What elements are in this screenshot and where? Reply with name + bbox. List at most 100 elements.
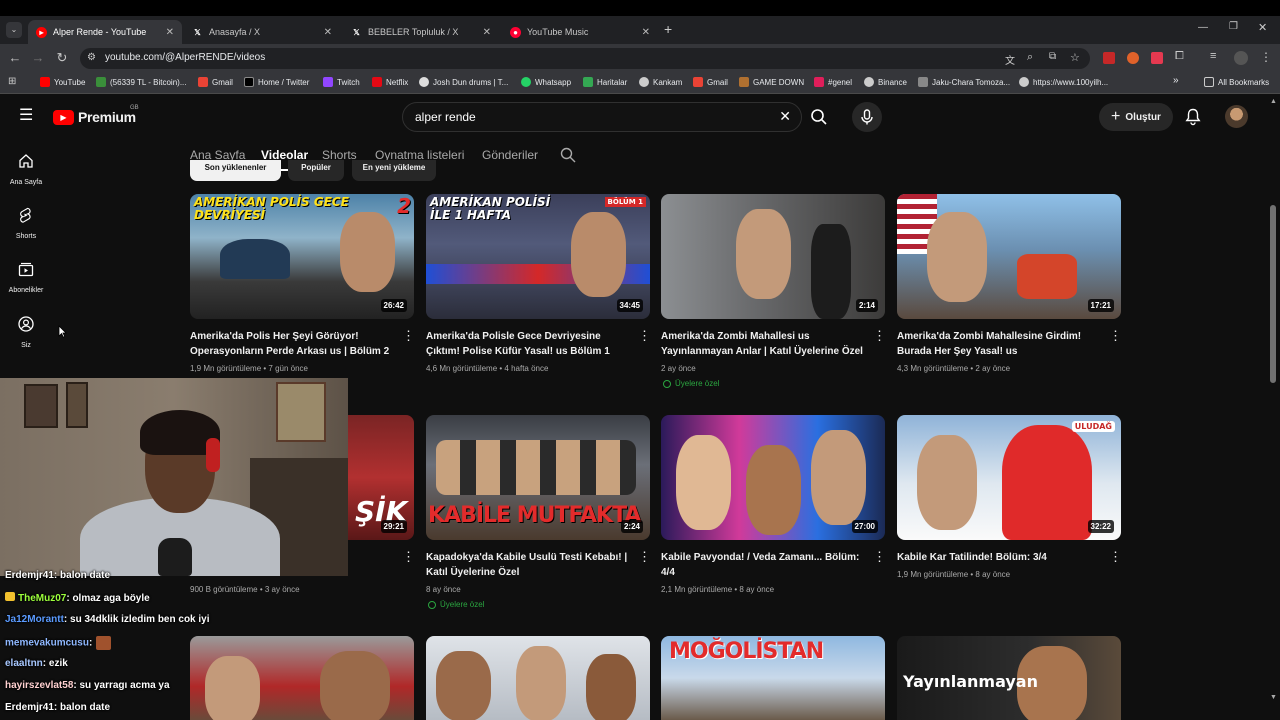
browser-menu-icon[interactable]: ⋮ (1260, 50, 1272, 64)
video-title[interactable]: Amerika'da Zombi Mahallesine Girdim! Bur… (897, 329, 1099, 359)
chip-popular[interactable]: Popüler (288, 160, 344, 181)
video-thumbnail[interactable]: ULUDAĞ 32:22 (897, 415, 1121, 540)
more-actions-icon[interactable]: ⋮ (1109, 550, 1122, 563)
bookmark-twitter[interactable]: Home / Twitter (244, 77, 309, 87)
video-title[interactable]: Amerika'da Polisle Gece Devriyesine Çıkt… (426, 329, 628, 359)
browser-tab-youtube[interactable]: ▸ Alper Rende - YouTube ✕ (28, 20, 182, 44)
video-thumbnail[interactable]: 27:00 (661, 415, 885, 540)
more-actions-icon[interactable]: ⋮ (638, 550, 651, 563)
new-tab-button[interactable]: + (664, 21, 672, 37)
clear-search-icon[interactable]: ✕ (779, 108, 791, 125)
apps-grid-icon[interactable]: ⊞ (8, 76, 16, 87)
minimize-icon[interactable]: — (1198, 22, 1208, 33)
video-card[interactable] (426, 636, 650, 720)
voice-search-button[interactable] (852, 102, 882, 132)
video-thumbnail[interactable]: AMERİKAN POLİS GECE DEVRİYESİ 2 26:42 (190, 194, 414, 319)
video-card[interactable]: MOĞOLİSTAN (661, 636, 885, 720)
bookmark-binance[interactable]: Binance (864, 77, 907, 87)
sidebar-item-shorts[interactable]: Shorts (0, 207, 52, 240)
create-button[interactable]: + Oluştur (1099, 103, 1173, 131)
zoom-icon[interactable]: ⌕ (1027, 51, 1033, 64)
video-title[interactable]: Kabile Kar Tatilinde! Bölüm: 3/4 (897, 550, 1099, 565)
more-actions-icon[interactable]: ⋮ (873, 329, 886, 342)
video-thumbnail[interactable]: MOĞOLİSTAN (661, 636, 885, 720)
all-bookmarks[interactable]: All Bookmarks (1204, 77, 1269, 87)
more-actions-icon[interactable]: ⋮ (402, 550, 415, 563)
notifications-bell-icon[interactable] (1185, 108, 1201, 131)
bookmark-youtube[interactable]: YouTube (40, 77, 85, 87)
account-avatar[interactable] (1225, 105, 1248, 128)
video-thumbnail[interactable]: AMERİKAN POLİSİ İLE 1 HAFTA BÖLÜM 1 34:4… (426, 194, 650, 319)
bookmark-game-down[interactable]: GAME DOWN (739, 77, 804, 87)
extension-pink-icon[interactable] (1151, 52, 1163, 64)
chip-oldest[interactable]: En yeni yükleme (352, 160, 436, 181)
bookmark-kankam[interactable]: Kankam (639, 77, 682, 87)
page-scrollbar-thumb[interactable] (1270, 205, 1276, 383)
close-tab-icon[interactable]: ✕ (324, 27, 332, 38)
media-control-icon[interactable]: ≡ (1210, 50, 1216, 62)
youtube-logo[interactable]: ▶ Premium GB (53, 105, 139, 125)
bookmark-star-icon[interactable]: ☆ (1070, 51, 1080, 64)
video-thumbnail[interactable]: Yayınlanmayan (897, 636, 1121, 720)
video-thumbnail[interactable]: 2:14 (661, 194, 885, 319)
video-title[interactable]: Kapadokya'da Kabile Usulü Testi Kebabı! … (426, 550, 628, 580)
more-actions-icon[interactable]: ⋮ (402, 329, 415, 342)
chip-latest[interactable]: Son yüklenenler (190, 160, 281, 181)
install-app-icon[interactable]: ⧉ (1049, 51, 1056, 62)
guide-menu-icon[interactable]: ☰ (19, 108, 33, 124)
bookmark-whatsapp[interactable]: Whatsapp (521, 77, 571, 87)
video-title[interactable]: Amerika'da Polis Her Şeyi Görüyor! Opera… (190, 329, 392, 359)
bookmark-gmail-2[interactable]: Gmail (693, 77, 728, 87)
video-thumbnail[interactable]: KABİLE MUTFAKTA 2:24 (426, 415, 650, 540)
scroll-down-arrow-icon[interactable]: ▼ (1270, 694, 1277, 701)
video-card[interactable] (190, 636, 414, 720)
tab-search-button[interactable]: ⌄ (6, 22, 22, 38)
bookmark-twitch[interactable]: Twitch (323, 77, 360, 87)
profile-avatar-icon[interactable] (1234, 51, 1248, 65)
video-card[interactable]: Yayınlanmayan (897, 636, 1121, 720)
bookmark-100yil[interactable]: https://www.100yilh... (1019, 77, 1108, 87)
close-tab-icon[interactable]: ✕ (642, 27, 650, 38)
thumbnail-text: AMERİKAN POLİS GECE DEVRİYESİ (194, 195, 349, 222)
face-shape (736, 209, 791, 299)
bookmark-maps[interactable]: Haritalar (583, 77, 627, 87)
browser-tab-x-community[interactable]: 𝕏 BEBELER Topluluk / X ✕ (343, 20, 499, 44)
video-title[interactable]: Kabile Pavyonda! / Veda Zamanı... Bölüm:… (661, 550, 863, 580)
scroll-up-arrow-icon[interactable]: ▲ (1270, 98, 1277, 105)
sidebar-item-you[interactable]: Siz (0, 316, 52, 349)
video-title[interactable]: Amerika'da Zombi Mahallesi us Yayınlanma… (661, 329, 863, 359)
close-window-icon[interactable]: ✕ (1258, 21, 1267, 34)
video-thumbnail[interactable] (426, 636, 650, 720)
browser-tab-x-home[interactable]: 𝕏 Anasayfa / X ✕ (184, 20, 340, 44)
forward-arrow-icon[interactable]: → (30, 50, 46, 66)
helicopter-shape (220, 239, 290, 279)
bookmark-netflix[interactable]: Netflix (372, 77, 408, 87)
bookmark-slack[interactable]: #genel (814, 77, 852, 87)
bookmark-gmail[interactable]: Gmail (198, 77, 233, 87)
more-actions-icon[interactable]: ⋮ (873, 550, 886, 563)
bookmark-bitcoin[interactable]: (56339 TL - Bitcoin)... (96, 77, 186, 87)
reload-icon[interactable]: ↻ (54, 50, 70, 66)
extensions-puzzle-icon[interactable]: ⧠ (1175, 50, 1184, 63)
close-tab-icon[interactable]: ✕ (166, 27, 174, 38)
back-arrow-icon[interactable]: ← (7, 50, 23, 66)
more-actions-icon[interactable]: ⋮ (638, 329, 651, 342)
extension-orange-icon[interactable] (1127, 52, 1139, 64)
translate-icon[interactable]: 文 (1005, 52, 1015, 67)
search-input[interactable]: alper rende ✕ (402, 102, 802, 132)
bookmark-jaku[interactable]: Jaku-Chara Tomoza... (918, 77, 1010, 87)
more-bookmarks-icon[interactable]: » (1173, 75, 1179, 86)
more-actions-icon[interactable]: ⋮ (1109, 329, 1122, 342)
close-tab-icon[interactable]: ✕ (483, 27, 491, 38)
browser-tab-youtube-music[interactable]: ● YouTube Music ✕ (502, 20, 658, 44)
bookmark-josh-dun[interactable]: Josh Dun drums | T... (419, 77, 508, 87)
video-thumbnail[interactable]: 17:21 (897, 194, 1121, 319)
extension-red-icon[interactable] (1103, 52, 1115, 64)
restore-icon[interactable]: ❐ (1229, 21, 1238, 32)
address-bar[interactable]: ⚙ youtube.com/@AlperRENDE/videos 文 ⌕ ⧉ ☆ (80, 48, 1090, 69)
x-icon (244, 77, 254, 87)
search-button[interactable] (802, 102, 836, 132)
site-info-icon[interactable]: ⚙ (87, 52, 96, 63)
video-thumbnail[interactable] (190, 636, 414, 720)
sidebar-item-subscriptions[interactable]: Abonelikler (0, 261, 52, 294)
